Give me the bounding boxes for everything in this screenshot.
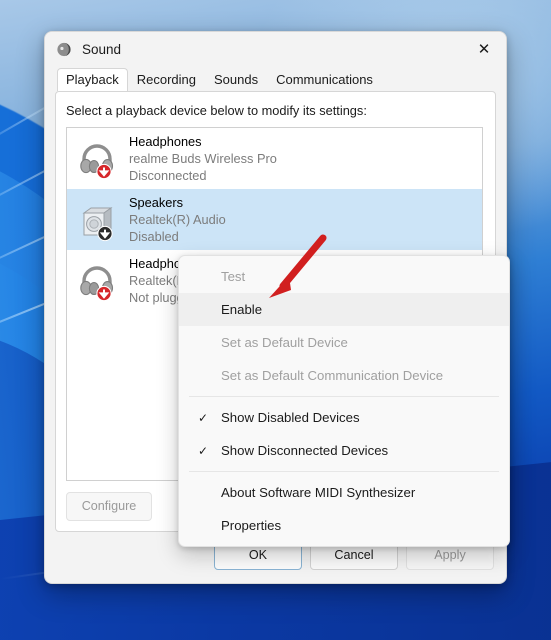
speaker-icon: [57, 42, 71, 57]
title-bar: Sound ✕: [45, 32, 506, 67]
menu-separator: [189, 396, 499, 397]
menu-item-label: Show Disconnected Devices: [221, 443, 389, 458]
close-icon[interactable]: ✕: [462, 32, 506, 65]
menu-item-label: Set as Default Communication Device: [221, 368, 444, 383]
menu-item-enable[interactable]: Enable: [179, 293, 509, 326]
device-status: Disconnected: [129, 168, 207, 183]
tab-sounds[interactable]: Sounds: [205, 68, 267, 91]
menu-item-test[interactable]: Test: [179, 260, 509, 293]
screen: Sound ✕ Playback Recording Sounds Commun…: [0, 0, 551, 640]
page-hint: Select a playback device below to modify…: [66, 103, 367, 118]
menu-item-label: Test: [221, 269, 246, 284]
menu-item-label: Set as Default Device: [221, 335, 348, 350]
menu-item-properties[interactable]: Properties: [179, 509, 509, 542]
tab-strip: Playback Recording Sounds Communications: [45, 67, 506, 91]
device-name: Speakers: [129, 195, 184, 210]
device-driver: Realtek(R) Audio: [129, 212, 226, 227]
device-status: Disabled: [129, 229, 179, 244]
checkmark-icon: ✓: [197, 410, 209, 425]
menu-item-set-as-default-communication-device[interactable]: Set as Default Communication Device: [179, 359, 509, 392]
configure-button[interactable]: Configure: [66, 491, 152, 521]
device-info: Speakers Realtek(R) Audio Disabled: [129, 194, 226, 245]
menu-item-label: About Software MIDI Synthesizer: [221, 485, 416, 500]
menu-item-label: Show Disabled Devices: [221, 410, 360, 425]
menu-item-show-disconnected-devices[interactable]: ✓ Show Disconnected Devices: [179, 434, 509, 467]
device-name: Headphones: [129, 134, 202, 149]
device-row-speakers-realtek[interactable]: Speakers Realtek(R) Audio Disabled: [67, 189, 482, 250]
menu-item-about-software-midi-synthesizer[interactable]: About Software MIDI Synthesizer: [179, 476, 509, 509]
menu-item-label: Enable: [221, 302, 263, 317]
menu-item-show-disabled-devices[interactable]: ✓ Show Disabled Devices: [179, 401, 509, 434]
headphones-icon: [73, 257, 121, 305]
device-row-headphones-realme[interactable]: Headphones realme Buds Wireless Pro Disc…: [67, 128, 482, 189]
headphones-icon: [73, 135, 121, 183]
window-title: Sound: [82, 42, 122, 57]
menu-item-label: Properties: [221, 518, 282, 533]
tab-communications[interactable]: Communications: [267, 68, 382, 91]
tab-playback[interactable]: Playback: [57, 68, 128, 91]
menu-item-set-as-default-device[interactable]: Set as Default Device: [179, 326, 509, 359]
checkmark-icon: ✓: [197, 443, 209, 458]
menu-separator: [189, 471, 499, 472]
device-context-menu[interactable]: Test Enable Set as Default Device Set as…: [178, 255, 510, 547]
device-info: Headphones realme Buds Wireless Pro Disc…: [129, 133, 277, 184]
speaker-box-icon: [73, 196, 121, 244]
tab-recording[interactable]: Recording: [128, 68, 205, 91]
device-driver: realme Buds Wireless Pro: [129, 151, 277, 166]
